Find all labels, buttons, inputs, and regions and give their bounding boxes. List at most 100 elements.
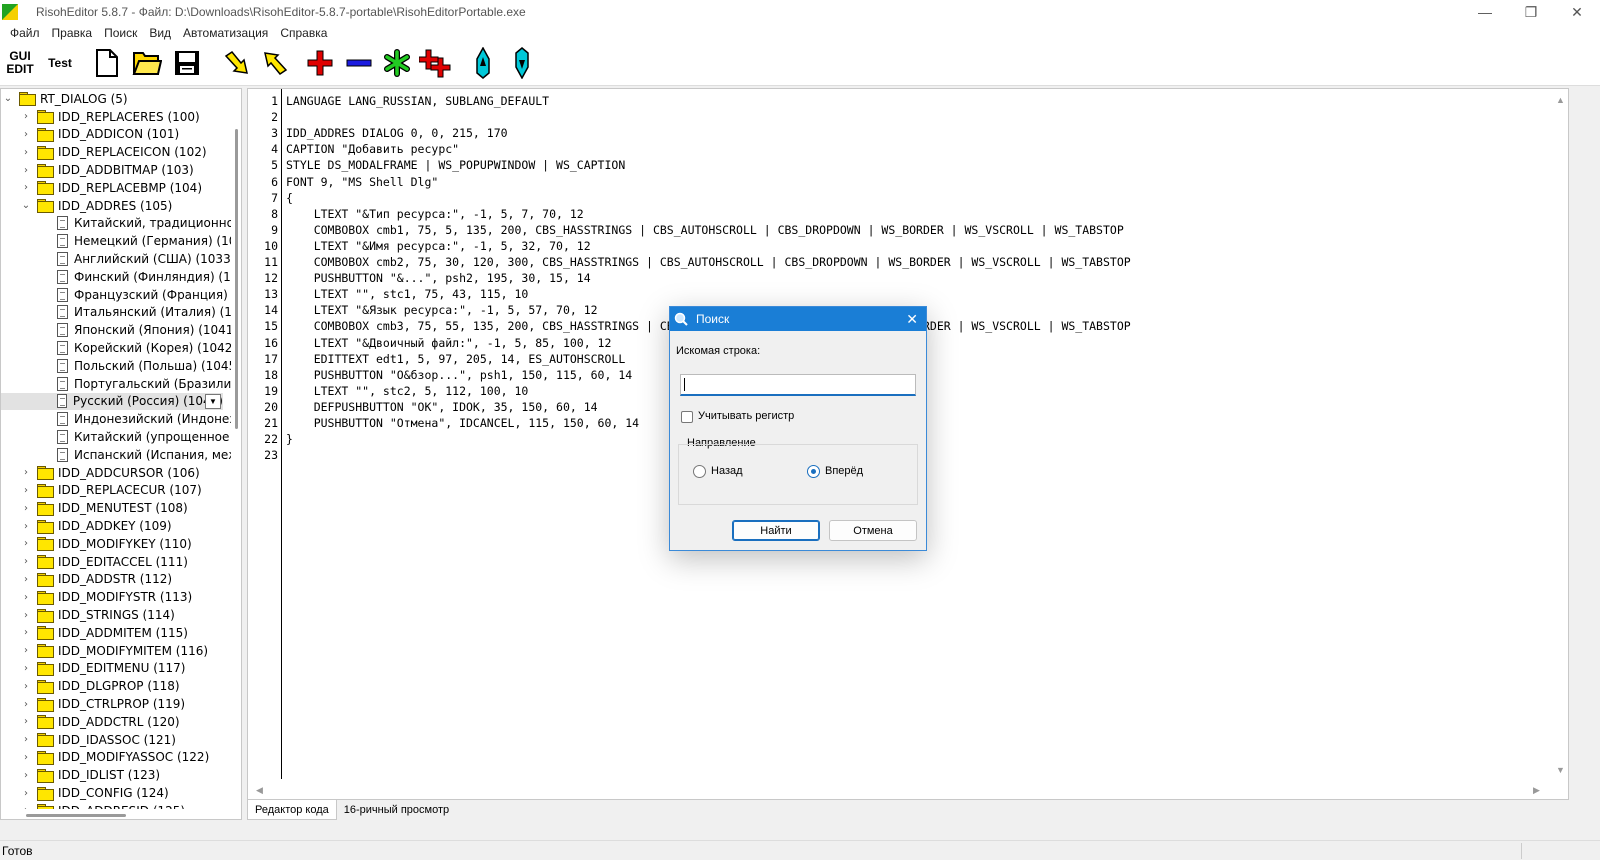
chevron-right-icon[interactable]: › <box>21 556 31 567</box>
tree-item[interactable]: › IDD_REPLACECUR (107) <box>21 482 202 500</box>
move-down-button[interactable] <box>220 46 254 80</box>
code-line[interactable]: LANGUAGE LANG_RUSSIAN, SUBLANG_DEFAULT <box>286 94 549 108</box>
menu-view[interactable]: Вид <box>143 26 177 40</box>
tree-item[interactable]: › IDD_EDITACCEL (111) <box>21 553 188 571</box>
code-line[interactable]: LTEXT "&Имя ресурса:", -1, 5, 32, 70, 12 <box>286 239 591 253</box>
tree-item[interactable]: › IDD_DLGPROP (118) <box>21 677 180 695</box>
tree-item[interactable]: › IDD_REPLACEBMP (104) <box>21 179 202 197</box>
tree-vertical-scrollbar[interactable] <box>231 89 241 819</box>
chevron-right-icon[interactable]: › <box>21 574 31 585</box>
tree-item[interactable]: › IDD_STRINGS (114) <box>21 606 175 624</box>
tree-horizontal-scrollbar[interactable] <box>1 809 233 819</box>
chevron-right-icon[interactable]: › <box>21 592 31 603</box>
tree-child-item[interactable]: Португальский (Бразилия) <box>57 375 241 393</box>
move-up-button[interactable] <box>258 46 292 80</box>
tree-child-item[interactable]: Английский (США) (1033) <box>57 250 235 268</box>
tree-child-item[interactable]: Итальянский (Италия) (104( <box>57 304 241 322</box>
code-line[interactable]: LTEXT "&Тип ресурса:", -1, 5, 7, 70, 12 <box>286 207 584 221</box>
tree-item[interactable]: › IDD_MODIFYMITEM (116) <box>21 642 208 660</box>
chevron-right-icon[interactable]: › <box>21 663 31 674</box>
tree-item[interactable]: › IDD_ADDSTR (112) <box>21 571 172 589</box>
dialog-close-icon[interactable]: ✕ <box>906 311 918 328</box>
code-line[interactable]: PUSHBUTTON "&...", psh2, 195, 30, 15, 14 <box>286 271 591 285</box>
tree-item[interactable]: › IDD_IDLIST (123) <box>21 766 160 784</box>
minimize-button[interactable]: — <box>1462 0 1508 24</box>
tree-child-item[interactable]: Польский (Польша) (1045) <box>57 357 241 375</box>
chevron-right-icon[interactable]: › <box>21 627 31 638</box>
tree-child-item[interactable]: Индонезийский (Индонези <box>57 410 241 428</box>
chevron-down-icon[interactable]: ⌄ <box>3 93 13 104</box>
test-button[interactable]: Test <box>43 46 77 80</box>
code-line[interactable]: PUSHBUTTON "Отмена", IDCANCEL, 115, 150,… <box>286 416 639 430</box>
radio-forward[interactable] <box>807 465 820 478</box>
chevron-right-icon[interactable]: › <box>21 538 31 549</box>
tree-item[interactable]: › IDD_EDITMENU (117) <box>21 660 186 678</box>
restore-button[interactable]: ❐ <box>1508 0 1554 24</box>
scroll-right-arrow-icon[interactable]: ▶ <box>1533 785 1540 796</box>
tree-item[interactable]: › IDD_ADDCTRL (120) <box>21 713 180 731</box>
chevron-right-icon[interactable]: › <box>21 681 31 692</box>
menu-automation[interactable]: Автоматизация <box>177 26 274 40</box>
chevron-right-icon[interactable]: › <box>21 770 31 781</box>
add-multiple-button[interactable] <box>418 46 452 80</box>
chevron-right-icon[interactable]: › <box>21 788 31 799</box>
chevron-right-icon[interactable]: › <box>21 503 31 514</box>
tree-child-item[interactable]: Китайский, традиционное г <box>57 215 241 233</box>
menu-help[interactable]: Справка <box>274 26 333 40</box>
chevron-right-icon[interactable]: › <box>21 716 31 727</box>
code-line[interactable]: LTEXT "", stc1, 75, 43, 115, 10 <box>286 287 529 301</box>
chevron-right-icon[interactable]: › <box>21 467 31 478</box>
editor-horizontal-scrollbar[interactable]: ◀ ▶ <box>248 781 1554 799</box>
match-case-checkbox[interactable] <box>681 411 693 423</box>
chevron-right-icon[interactable]: › <box>21 182 31 193</box>
tree-item[interactable]: › IDD_MODIFYSTR (113) <box>21 588 192 606</box>
search-input[interactable] <box>680 374 916 396</box>
scroll-left-arrow-icon[interactable]: ◀ <box>256 785 263 796</box>
chevron-right-icon[interactable]: › <box>21 610 31 621</box>
editor-vertical-scrollbar[interactable]: ▲ ▼ <box>1552 89 1568 779</box>
tree-child-item[interactable]: Русский (Россия) (1049) <box>1 392 223 411</box>
delete-item-button[interactable] <box>342 46 376 80</box>
tree-child-item[interactable]: Финский (Финляндия) (1035 <box>57 268 241 286</box>
code-line[interactable]: } <box>286 432 293 446</box>
code-line[interactable]: IDD_ADDRES DIALOG 0, 0, 215, 170 <box>286 126 508 140</box>
code-line[interactable]: LTEXT "&Язык ресурса:", -1, 5, 57, 70, 1… <box>286 303 598 317</box>
tree-item[interactable]: › IDD_ADDCURSOR (106) <box>21 464 200 482</box>
tree-item[interactable]: › IDD_ADDICON (101) <box>21 126 179 144</box>
chevron-right-icon[interactable]: › <box>21 165 31 176</box>
code-line[interactable]: EDITTEXT edt1, 5, 97, 205, 14, ES_AUTOHS… <box>286 352 626 366</box>
tree-item[interactable]: › IDD_CTRLPROP (119) <box>21 695 185 713</box>
tree-item[interactable]: › IDD_REPLACEICON (102) <box>21 143 207 161</box>
chevron-right-icon[interactable]: › <box>21 752 31 763</box>
add-item-button[interactable] <box>303 46 337 80</box>
chevron-right-icon[interactable]: › <box>21 129 31 140</box>
find-button[interactable]: Найти <box>732 520 820 541</box>
code-line[interactable]: LTEXT "", stc2, 5, 112, 100, 10 <box>286 384 529 398</box>
tree-horizontal-scroll-thumb[interactable] <box>26 814 126 817</box>
chevron-right-icon[interactable]: › <box>21 111 31 122</box>
code-line[interactable]: FONT 9, "MS Shell Dlg" <box>286 175 438 189</box>
chevron-right-icon[interactable]: › <box>21 699 31 710</box>
chevron-right-icon[interactable]: › <box>21 734 31 745</box>
tree-child-item[interactable]: Французский (Франция) (10 <box>57 286 241 304</box>
tree-item[interactable]: › IDD_CONFIG (124) <box>21 784 169 802</box>
tree-child-item[interactable]: Испанский (Испания, межд <box>57 446 241 464</box>
menu-edit[interactable]: Правка <box>46 26 99 40</box>
code-line[interactable]: PUSHBUTTON "О&бзор...", psh1, 150, 115, … <box>286 368 633 382</box>
tree-vertical-scroll-thumb[interactable] <box>235 129 238 429</box>
open-file-button[interactable] <box>130 46 164 80</box>
chevron-right-icon[interactable]: › <box>21 485 31 496</box>
tree-item[interactable]: › IDD_MENUTEST (108) <box>21 499 188 517</box>
radio-back[interactable] <box>693 465 706 478</box>
tab-code-editor[interactable]: Редактор кода <box>247 800 337 820</box>
cancel-button[interactable]: Отмена <box>829 520 917 541</box>
resource-tree[interactable]: ⌄ RT_DIALOG (5) › IDD_REPLACERES (100) › IDD_… <box>0 88 242 820</box>
menu-search[interactable]: Поиск <box>98 26 143 40</box>
tree-item-expanded[interactable]: ⌄ IDD_ADDRES (105) <box>21 197 172 215</box>
tree-item[interactable]: › IDD_REPLACERES (100) <box>21 108 200 126</box>
tree-item-root[interactable]: ⌄ RT_DIALOG (5) <box>3 90 128 108</box>
code-line[interactable]: LTEXT "&Двоичный файл:", -1, 5, 85, 100,… <box>286 336 612 350</box>
tree-item[interactable]: › IDD_ADDBITMAP (103) <box>21 161 194 179</box>
tree-child-item[interactable]: Корейский (Корея) (1042) <box>57 339 237 357</box>
tree-child-item[interactable]: Китайский (упрощенное пи <box>57 428 241 446</box>
